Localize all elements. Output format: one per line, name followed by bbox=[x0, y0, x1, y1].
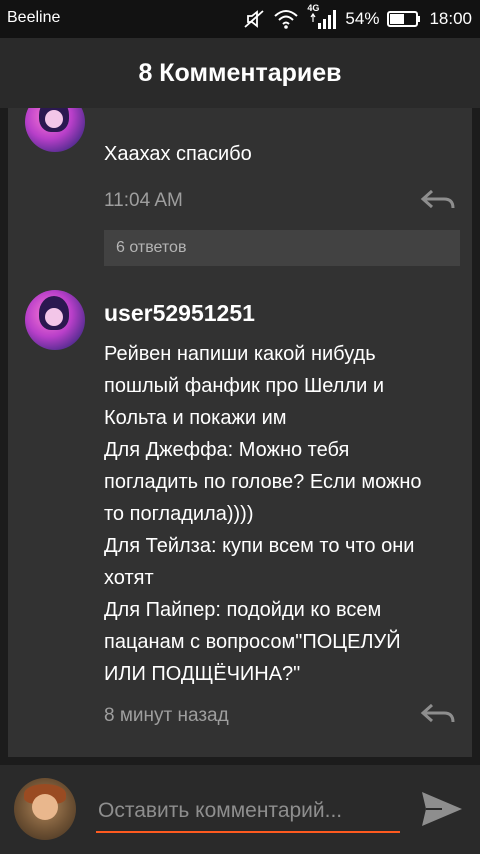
avatar-face bbox=[45, 308, 63, 326]
status-time: 18:00 bbox=[429, 9, 472, 28]
replies-button[interactable]: 6 ответов bbox=[104, 230, 460, 266]
status-bar: Beeline 4G 54% 18:00 bbox=[0, 0, 480, 38]
status-icons: 4G 54% 18:00 bbox=[243, 3, 472, 32]
avatar[interactable] bbox=[25, 290, 85, 350]
battery-percent: 54% bbox=[345, 9, 380, 28]
comment-username[interactable]: user52951251 bbox=[104, 300, 255, 327]
comment-text: Хаахах спасибо bbox=[104, 143, 252, 165]
mute-icon bbox=[243, 8, 265, 30]
app-header: 8 Комментариев bbox=[0, 38, 480, 108]
wifi-icon bbox=[273, 8, 299, 30]
reply-icon[interactable] bbox=[420, 188, 456, 217]
battery-icon bbox=[387, 10, 421, 28]
carrier-name: Beeline bbox=[7, 9, 61, 26]
send-icon bbox=[420, 789, 464, 834]
my-avatar[interactable] bbox=[14, 778, 76, 840]
reply-icon[interactable] bbox=[420, 702, 456, 731]
signal-icon: 4G bbox=[307, 3, 337, 31]
comment-text: Рейвен напиши какой нибудь пошлый фанфик… bbox=[104, 343, 422, 685]
comments-list[interactable]: user52951251 Хаахах спасибо 11:04 AM 6 о… bbox=[0, 108, 480, 765]
avatar-face bbox=[45, 110, 63, 128]
replies-count-label: 6 ответов bbox=[116, 239, 187, 256]
page-title: 8 Комментариев bbox=[138, 58, 342, 87]
comment-composer bbox=[0, 765, 480, 854]
comment-username[interactable]: user52951251 bbox=[104, 108, 255, 111]
avatar[interactable] bbox=[25, 108, 85, 152]
comment-card: user52951251 Рейвен напиши какой нибудь … bbox=[8, 272, 472, 757]
send-button[interactable] bbox=[418, 787, 466, 835]
avatar-face bbox=[32, 794, 58, 820]
comment-input[interactable] bbox=[96, 791, 400, 833]
comment-time: 8 минут назад bbox=[104, 705, 229, 726]
comment-time: 11:04 AM bbox=[104, 190, 183, 211]
